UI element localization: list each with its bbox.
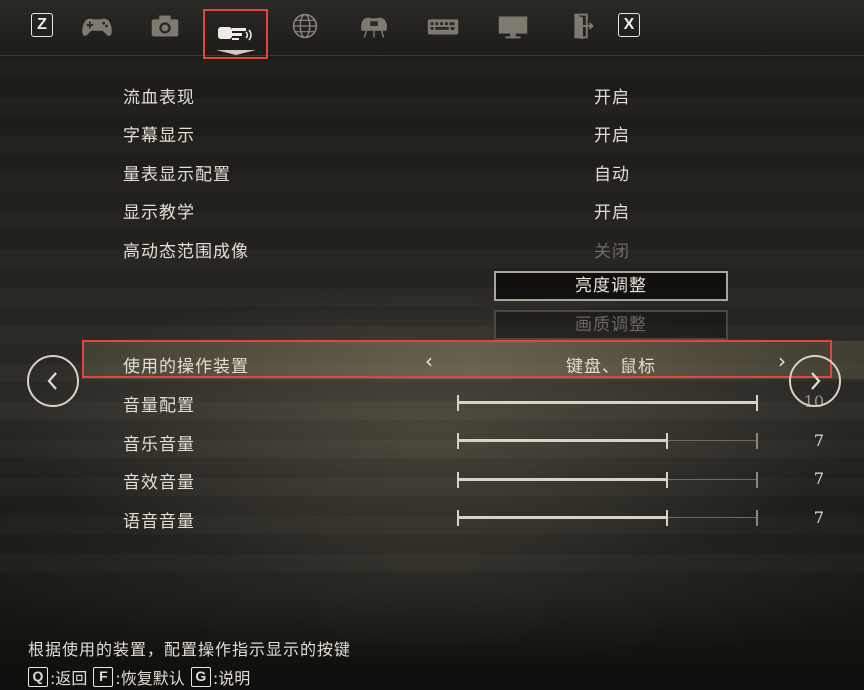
setting-label: 字幕显示 [123,126,195,146]
setting-subtitles[interactable]: 字幕显示 开启 [0,114,864,150]
setting-label: 音量配置 [123,396,195,416]
music-volume-slider[interactable] [457,433,758,449]
help-key[interactable]: G [190,667,211,687]
camera-icon [151,15,179,37]
sfx-volume-slider[interactable] [457,472,758,488]
controller-settings-icon [361,17,387,38]
music-volume-value: 7 [813,431,824,450]
highlight-frame [82,340,832,378]
setting-hud[interactable]: 量表显示配置 自动 [0,153,864,189]
keyboard-icon [427,19,459,35]
tab-network[interactable] [283,6,327,46]
back-key[interactable]: Q [28,667,48,687]
reset-key[interactable]: F [93,667,114,687]
footer-key-hints: Q :返回 F :恢复默认 G :说明 [28,665,256,689]
next-tab-key[interactable]: X [618,13,640,37]
setting-label: 高动态范围成像 [123,242,249,262]
monitor-icon [498,16,528,39]
tab-screen[interactable] [491,6,535,46]
setting-tutorials[interactable]: 显示教学 开启 [0,191,864,227]
sfx-volume-value: 7 [813,469,824,488]
settings-tab-bar: Z X [0,0,864,59]
prev-tab-key[interactable]: Z [31,13,53,37]
help-label[interactable]: :说明 [213,665,250,689]
tab-camera[interactable] [143,6,187,46]
chevron-right-icon [811,372,821,390]
setting-label: 音效音量 [123,473,195,493]
setting-value: 开启 [594,126,630,146]
setting-value: 关闭 [594,242,630,262]
display-sound-icon [217,27,252,41]
voice-volume-slider[interactable] [457,510,758,526]
setting-label: 流血表现 [123,88,195,108]
setting-label: 显示教学 [123,203,195,223]
setting-label: 音乐音量 [123,435,195,455]
voice-volume-value: 7 [813,508,824,527]
setting-blood[interactable]: 流血表现 开启 [0,76,864,112]
brightness-button[interactable]: 亮度调整 [494,271,728,301]
setting-label: 语音音量 [123,512,195,532]
setting-label: 量表显示配置 [123,165,231,185]
chevron-left-icon [47,372,57,390]
tab-controls[interactable] [352,6,396,46]
active-tab-indicator [216,50,256,55]
gamepad-icon [82,18,112,36]
help-description: 根据使用的装置，配置操作指示显示的按键 [28,640,352,659]
quality-button[interactable]: 画质调整 [494,310,728,340]
back-label[interactable]: :返回 [50,665,87,689]
tab-game[interactable] [75,6,119,46]
prev-page-button[interactable] [27,355,79,407]
setting-hdr[interactable]: 高动态范围成像 关闭 [0,230,864,266]
setting-value: 开启 [594,203,630,223]
reset-label[interactable]: :恢复默认 [115,665,184,689]
tab-quit[interactable] [560,6,604,46]
setting-value: 开启 [594,88,630,108]
setting-value: 自动 [594,165,630,185]
tab-keyboard[interactable] [421,6,465,46]
next-page-button[interactable] [789,355,841,407]
globe-icon [292,13,318,39]
exit-door-icon [574,13,594,40]
master-volume-slider[interactable] [457,395,758,411]
